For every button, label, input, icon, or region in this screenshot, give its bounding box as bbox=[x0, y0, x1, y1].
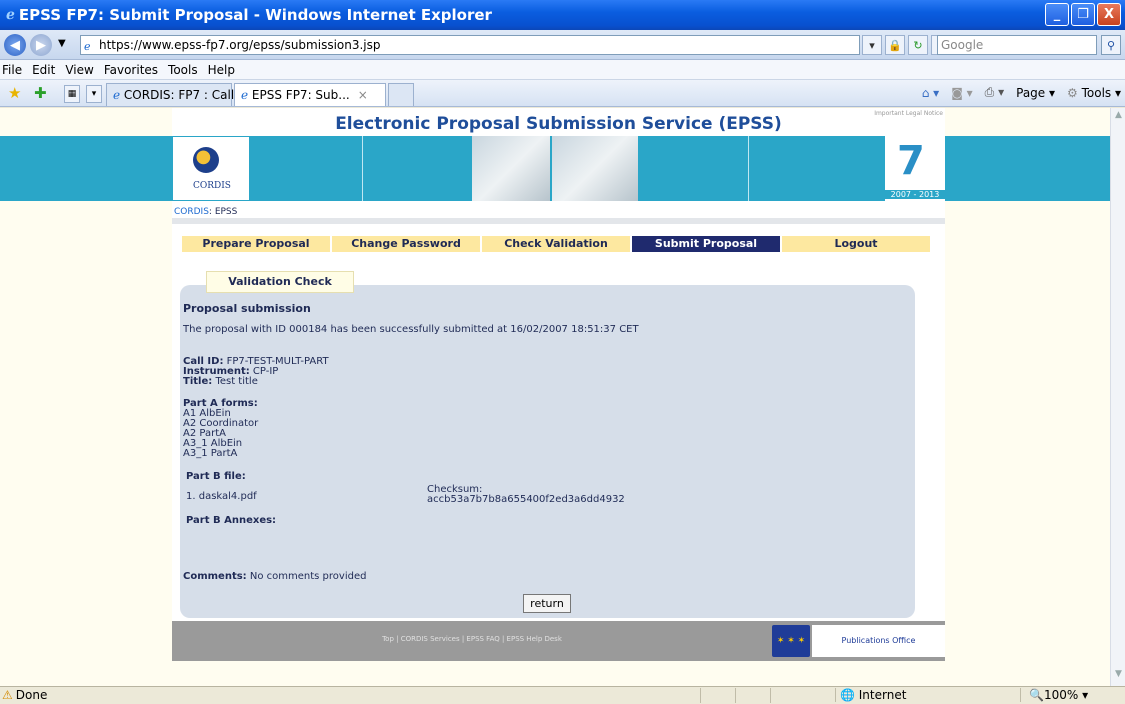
tab-cordis[interactable]: ℯ CORDIS: FP7 : Calls bbox=[106, 83, 240, 106]
back-button[interactable]: ◀ bbox=[4, 34, 26, 56]
tab-page-icon: ℯ bbox=[241, 88, 252, 102]
status-segment bbox=[770, 688, 800, 703]
status-bar: ⚠ Done 🌐 Internet 🔍100% ▾ bbox=[0, 686, 1125, 704]
return-button[interactable]: return bbox=[523, 594, 571, 613]
cordis-logo-box[interactable]: CORDIS bbox=[172, 136, 250, 201]
window-title-bar: ℯ EPSS FP7: Submit Proposal - Windows In… bbox=[0, 0, 1125, 30]
header-divider bbox=[748, 136, 749, 201]
header-banner: CORDIS 7 2007 - 2013 bbox=[172, 136, 945, 201]
fp7-number: 7 bbox=[897, 138, 925, 184]
quick-tabs-icon[interactable]: ▦ bbox=[64, 85, 80, 103]
submission-panel: Proposal submission The proposal with ID… bbox=[180, 285, 915, 618]
epss-sheet: Electronic Proposal Submission Service (… bbox=[172, 108, 945, 661]
breadcrumb-cordis-link[interactable]: CORDIS bbox=[174, 207, 209, 217]
history-dropdown-icon[interactable]: ▼ bbox=[58, 38, 66, 49]
menu-favorites[interactable]: Favorites bbox=[104, 63, 158, 77]
scroll-up-icon[interactable]: ▲ bbox=[1112, 110, 1125, 125]
tab-list-dropdown[interactable]: ▾ bbox=[86, 85, 102, 103]
print-icon[interactable]: ⎙ ▾ bbox=[985, 85, 1004, 100]
status-text: ⚠ Done bbox=[2, 688, 48, 702]
forward-button[interactable]: ▶ bbox=[30, 34, 52, 56]
menu-view[interactable]: View bbox=[65, 63, 93, 77]
refresh-icon[interactable]: ↻ bbox=[908, 35, 928, 55]
address-toolbar: ◀ ▶ ▼ ℯ https://www.epss-fp7.org/epss/su… bbox=[0, 30, 1125, 60]
nav-change-password[interactable]: Change Password bbox=[332, 236, 480, 252]
window-title: EPSS FP7: Submit Proposal - Windows Inte… bbox=[18, 6, 492, 24]
fp7-years: 2007 - 2013 bbox=[885, 190, 945, 199]
command-bar: ⌂ ▾ ◙ ▾ ⎙ ▾ Page ▾ ⚙ Tools ▾ bbox=[922, 85, 1121, 100]
legal-notice-link[interactable]: Important Legal Notice bbox=[874, 110, 943, 117]
title-row: Title: Test title bbox=[183, 376, 258, 387]
page-footer: Top | CORDIS Services | EPSS FAQ | EPSS … bbox=[172, 621, 945, 661]
main-nav: Prepare Proposal Change Password Check V… bbox=[182, 236, 932, 252]
minimize-button[interactable]: _ bbox=[1045, 3, 1069, 26]
nav-logout[interactable]: Logout bbox=[782, 236, 930, 252]
globe-icon: 🌐 bbox=[840, 688, 859, 702]
page-icon: ℯ bbox=[84, 40, 91, 53]
add-favorite-icon[interactable]: ✚ bbox=[34, 84, 47, 102]
menu-help[interactable]: Help bbox=[208, 63, 235, 77]
tab-bar: ★ ✚ ▦ ▾ ℯ CORDIS: FP7 : Calls ℯ EPSS FP7… bbox=[0, 80, 1125, 107]
address-dropdown-button[interactable]: ▾ bbox=[862, 35, 882, 55]
footer-links[interactable]: Top | CORDIS Services | EPSS FAQ | EPSS … bbox=[172, 635, 772, 643]
breadcrumb-current: : EPSS bbox=[208, 207, 238, 217]
new-tab-button[interactable] bbox=[388, 83, 414, 106]
submission-message: The proposal with ID 000184 has been suc… bbox=[183, 324, 639, 335]
menu-file[interactable]: File bbox=[2, 63, 22, 77]
status-segment bbox=[700, 688, 730, 703]
tools-menu[interactable]: ⚙ Tools ▾ bbox=[1067, 86, 1121, 100]
menu-edit[interactable]: Edit bbox=[32, 63, 55, 77]
status-segment bbox=[735, 688, 765, 703]
nav-submit-proposal[interactable]: Submit Proposal bbox=[632, 236, 780, 252]
cordis-logo-icon bbox=[193, 147, 219, 173]
page-content: Electronic Proposal Submission Service (… bbox=[0, 108, 1110, 686]
close-button[interactable]: X bbox=[1097, 3, 1121, 26]
vertical-scrollbar[interactable]: ▲ ▼ bbox=[1110, 108, 1125, 686]
tab-epss[interactable]: ℯ EPSS FP7: Sub... × bbox=[234, 83, 386, 106]
comments-value: No comments provided bbox=[249, 571, 367, 582]
zoom-icon: 🔍 bbox=[1029, 688, 1044, 702]
search-icon[interactable]: ⚲ bbox=[1101, 35, 1121, 55]
comments-row: Comments: No comments provided bbox=[183, 571, 367, 582]
feeds-icon[interactable]: ◙ ▾ bbox=[951, 86, 972, 100]
scroll-down-icon[interactable]: ▼ bbox=[1112, 669, 1125, 684]
nav-check-validation[interactable]: Check Validation bbox=[482, 236, 630, 252]
title-value: Test title bbox=[215, 376, 258, 387]
checksum-value: accb53a7b7b8a655400f2ed3a6dd4932 bbox=[427, 494, 625, 505]
menu-tools[interactable]: Tools bbox=[168, 63, 198, 77]
window-controls: _ ❐ X bbox=[1045, 3, 1121, 26]
part-b-label: Part B file: bbox=[186, 471, 246, 482]
security-zone: 🌐 Internet bbox=[835, 688, 1015, 702]
part-a-form: A3_1 PartA bbox=[183, 448, 238, 459]
tab-page-icon: ℯ bbox=[113, 88, 124, 102]
menu-bar: File Edit View Favorites Tools Help bbox=[0, 60, 1125, 80]
cordis-logo-text: CORDIS bbox=[193, 181, 231, 191]
home-icon[interactable]: ⌂ ▾ bbox=[922, 86, 939, 100]
warning-icon: ⚠ bbox=[2, 688, 13, 702]
lab-photo bbox=[552, 136, 638, 201]
part-b-file: 1. daskal4.pdf bbox=[186, 491, 257, 502]
nav-prepare-proposal[interactable]: Prepare Proposal bbox=[182, 236, 330, 252]
validation-check-tab[interactable]: Validation Check bbox=[206, 271, 354, 293]
favorites-star-icon[interactable]: ★ bbox=[8, 84, 21, 102]
fp7-logo: 7 2007 - 2013 bbox=[885, 136, 945, 201]
tab-close-icon[interactable]: × bbox=[358, 88, 368, 102]
lock-icon[interactable]: 🔒 bbox=[885, 35, 905, 55]
eu-flag-icon: ✶ ✶ ✶ bbox=[772, 625, 810, 657]
panel-heading: Proposal submission bbox=[183, 302, 311, 315]
address-bar[interactable]: ℯ https://www.epss-fp7.org/epss/submissi… bbox=[80, 35, 860, 55]
zoom-level[interactable]: 🔍100% ▾ bbox=[1020, 688, 1125, 702]
gear-icon: ⚙ bbox=[1067, 85, 1082, 100]
page-menu[interactable]: Page ▾ bbox=[1016, 86, 1055, 100]
ie-icon: ℯ bbox=[6, 7, 15, 23]
header-divider bbox=[362, 136, 363, 201]
breadcrumb: CORDIS: EPSS bbox=[172, 208, 945, 224]
part-b-annexes-label: Part B Annexes: bbox=[186, 515, 277, 526]
maximize-button[interactable]: ❐ bbox=[1071, 3, 1095, 26]
meeting-photo bbox=[472, 136, 550, 201]
site-title: Electronic Proposal Submission Service (… bbox=[335, 114, 782, 134]
address-url: https://www.epss-fp7.org/epss/submission… bbox=[99, 38, 381, 52]
search-input[interactable]: Google bbox=[937, 35, 1097, 55]
publications-office-logo[interactable]: Publications Office bbox=[812, 625, 945, 657]
